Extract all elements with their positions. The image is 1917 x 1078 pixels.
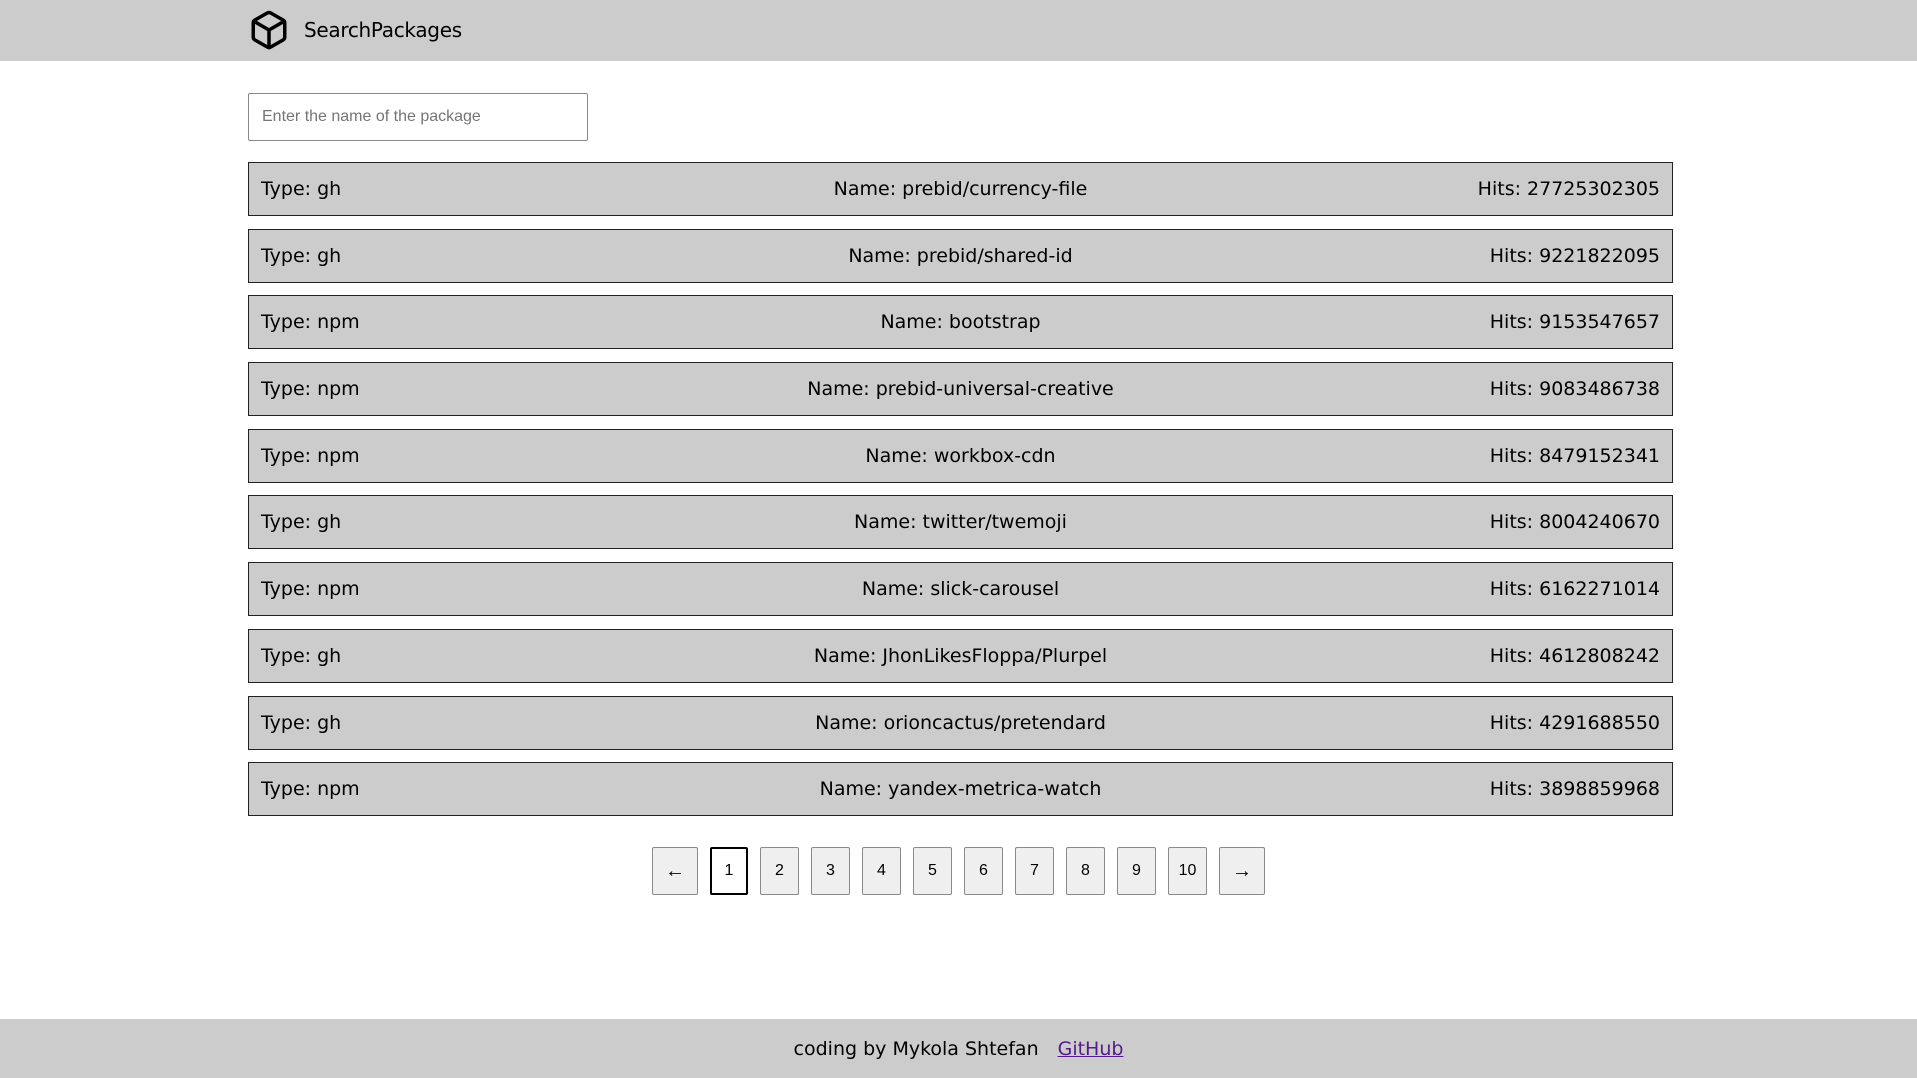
package-row[interactable]: Type: npm Name: prebid-universal-creative…: [248, 362, 1673, 417]
page-button-10[interactable]: 10: [1168, 847, 1207, 895]
package-hits: Hits: 9221822095: [1489, 244, 1660, 267]
package-hits: Hits: 4612808242: [1489, 644, 1660, 667]
package-row[interactable]: Type: npm Name: bootstrap Hits: 9153547657: [248, 295, 1673, 350]
package-hits: Hits: 8479152341: [1489, 444, 1660, 467]
package-row[interactable]: Type: gh Name: twitter/twemoji Hits: 80042…: [248, 495, 1673, 550]
package-name: Name: prebid/currency-file: [833, 178, 1088, 200]
page-button-9[interactable]: 9: [1117, 847, 1156, 895]
package-results-list: Type: gh Name: prebid/currency-file Hits: …: [248, 162, 1673, 829]
package-type: Type: gh: [261, 511, 342, 534]
package-name: Name: bootstrap: [880, 311, 1041, 334]
package-row[interactable]: Type: gh Name: JhonLikesFloppa/Plurpel Hit…: [248, 628, 1673, 683]
page-button-7[interactable]: 7: [1015, 847, 1054, 895]
package-hits: Hits: 9153547657: [1489, 311, 1660, 334]
page-button-1[interactable]: 1: [710, 847, 748, 895]
page-button-4[interactable]: 4: [862, 847, 901, 895]
page-button-2[interactable]: 2: [760, 847, 799, 895]
top-header: SearchPackages: [0, 0, 1917, 61]
package-row[interactable]: Type: npm Name: workbox-cdn Hits: 84791523…: [248, 428, 1673, 483]
package-type: Type: gh: [261, 711, 342, 734]
package-row[interactable]: Type: gh Name: prebid/currency-file Hits: …: [248, 162, 1673, 216]
package-hits: Hits: 27725302305: [1477, 178, 1660, 200]
package-type: Type: gh: [261, 644, 342, 667]
package-hits: Hits: 9083486738: [1489, 378, 1660, 401]
package-type: Type: npm: [261, 444, 360, 467]
github-link[interactable]: GitHub: [1058, 1038, 1124, 1060]
package-hits: Hits: 4291688550: [1489, 711, 1660, 734]
package-name: Name: yandex-metrica-watch: [819, 778, 1102, 801]
package-name: Name: prebid/shared-id: [848, 244, 1073, 267]
home-logo-link[interactable]: SearchPackages: [248, 8, 462, 52]
page-button-8[interactable]: 8: [1066, 847, 1105, 895]
package-hits: Hits: 6162271014: [1489, 578, 1660, 601]
package-hits: Hits: 8004240670: [1489, 511, 1660, 534]
package-type: Type: gh: [261, 178, 342, 200]
package-row[interactable]: Type: gh Name: orioncactus/pretendard Hits…: [248, 695, 1673, 750]
package-row[interactable]: Type: npm Name: slick-carousel Hits: 61622…: [248, 562, 1673, 617]
package-type: Type: npm: [261, 311, 360, 334]
footer: coding by Mykola Shtefan GitHub: [0, 1019, 1917, 1078]
page-button-3[interactable]: 3: [811, 847, 850, 895]
package-type: Type: npm: [261, 578, 360, 601]
next-page-button[interactable]: →: [1219, 847, 1265, 895]
cube-icon: [251, 10, 287, 50]
package-row[interactable]: Type: gh Name: prebid/shared-id Hits: 9221…: [248, 228, 1673, 283]
pagination: ← 1 2 3 4 5 6 7 8 9 10 →: [0, 847, 1917, 896]
package-type: Type: npm: [261, 778, 360, 801]
package-type: Type: gh: [261, 244, 342, 267]
package-name: Name: twitter/twemoji: [854, 511, 1067, 534]
package-name: Name: JhonLikesFloppa/Plurpel: [813, 644, 1108, 667]
footer-credit: coding by Mykola Shtefan: [793, 1037, 1039, 1060]
package-row[interactable]: Type: npm Name: yandex-metrica-watch Hits:…: [248, 762, 1673, 817]
app-title: SearchPackages: [304, 18, 462, 42]
package-search-input[interactable]: [248, 93, 588, 141]
package-name: Name: workbox-cdn: [865, 444, 1056, 467]
package-hits: Hits: 3898859968: [1489, 778, 1660, 801]
package-name: Name: prebid-universal-creative: [807, 378, 1114, 401]
prev-page-button[interactable]: ←: [652, 847, 698, 895]
package-name: Name: orioncactus/pretendard: [815, 711, 1106, 734]
page-button-5[interactable]: 5: [913, 847, 952, 895]
page-button-6[interactable]: 6: [964, 847, 1003, 895]
package-type: Type: npm: [261, 378, 360, 401]
package-name: Name: slick-carousel: [861, 578, 1060, 601]
